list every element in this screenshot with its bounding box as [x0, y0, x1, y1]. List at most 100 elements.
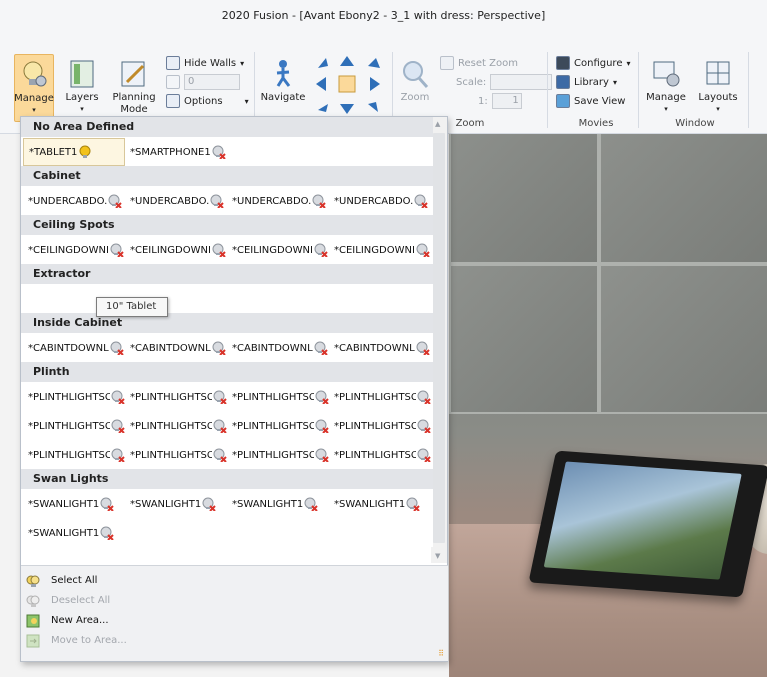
light-item[interactable]: *PLINTHLIGHTSC [23, 383, 125, 411]
light-item[interactable]: *SWANLIGHT1 [23, 490, 125, 518]
new-area-menu-item[interactable]: New Area... [21, 611, 448, 630]
section-header: Swan Lights [21, 469, 433, 489]
light-item[interactable]: *TABLET1 [23, 138, 125, 166]
select-all-menu-item[interactable]: Select All [21, 571, 448, 590]
light-off-icon[interactable] [315, 390, 329, 404]
light-off-icon[interactable] [417, 419, 431, 433]
scale-ratio-field[interactable]: 1: 1 [478, 92, 522, 110]
pan-arrows [314, 54, 384, 116]
light-off-icon[interactable] [111, 390, 125, 404]
navigate-label: Navigate [260, 92, 306, 103]
light-off-icon[interactable] [110, 243, 124, 257]
light-off-icon[interactable] [314, 341, 328, 355]
wall-height-input[interactable]: 0 [184, 74, 240, 90]
light-off-icon[interactable] [315, 419, 329, 433]
light-item[interactable]: *UNDERCABDO. [227, 187, 329, 215]
scroll-down-icon[interactable]: ▼ [435, 553, 443, 560]
light-off-icon[interactable] [111, 419, 125, 433]
light-item[interactable]: *PLINTHLIGHTSC [125, 412, 227, 440]
light-off-icon[interactable] [414, 194, 429, 208]
light-item[interactable]: *CABINTDOWNL [125, 334, 227, 362]
move-to-area-menu-item[interactable]: Move to Area... [21, 631, 448, 650]
reset-zoom-button[interactable]: Reset Zoom [440, 54, 518, 72]
zoom-button[interactable]: Zoom [398, 54, 432, 104]
window-manage-icon [651, 58, 681, 90]
library-button[interactable]: Library ▾ [556, 73, 617, 91]
light-item[interactable]: *CABINTDOWNL [23, 334, 125, 362]
light-item[interactable]: *PLINTHLIGHTSC [125, 383, 227, 411]
light-off-icon[interactable] [416, 243, 430, 257]
light-off-icon[interactable] [314, 243, 328, 257]
light-item[interactable]: *PLINTHLIGHTSC [23, 441, 125, 469]
light-item[interactable]: *PLINTHLIGHTSC [329, 412, 431, 440]
light-off-icon[interactable] [304, 497, 318, 511]
light-item[interactable]: *SMARTPHONE1 [125, 138, 227, 166]
light-item[interactable]: *SWANLIGHT1 [23, 519, 125, 547]
light-item[interactable]: *SWANLIGHT1 [125, 490, 227, 518]
tablet-model[interactable] [528, 450, 767, 598]
light-item[interactable]: *PLINTHLIGHTSC [227, 412, 329, 440]
manage-lights-button[interactable]: Manage ▾ [14, 54, 54, 122]
light-item[interactable]: *PLINTHLIGHTSC [125, 441, 227, 469]
light-off-icon[interactable] [100, 497, 114, 511]
planning-mode-button[interactable]: Planning Mode [112, 54, 156, 116]
light-item[interactable]: *CEILINGDOWNI [329, 236, 431, 264]
section-header: Cabinet [21, 166, 433, 186]
light-item[interactable]: *UNDERCABDO. [329, 187, 431, 215]
light-off-icon[interactable] [210, 194, 225, 208]
light-off-icon[interactable] [212, 145, 226, 159]
light-item[interactable]: *CABINTDOWNL [329, 334, 431, 362]
light-off-icon[interactable] [213, 419, 227, 433]
light-off-icon[interactable] [406, 497, 420, 511]
scrollbar[interactable]: ▲ ▼ [431, 117, 447, 563]
light-item[interactable]: *CEILINGDOWNI [227, 236, 329, 264]
light-item[interactable]: *CABINTDOWNL [227, 334, 329, 362]
light-item[interactable]: *PLINTHLIGHTSC [23, 412, 125, 440]
layouts-label: Layouts [698, 92, 738, 103]
light-off-icon[interactable] [315, 448, 329, 462]
light-on-icon[interactable] [78, 145, 92, 159]
wall-height-field[interactable]: 0 [166, 73, 240, 91]
options-button[interactable]: Options ▾ [166, 92, 249, 110]
light-off-icon[interactable] [110, 341, 124, 355]
light-off-icon[interactable] [111, 448, 125, 462]
scale-selector[interactable]: Scale: [456, 73, 553, 91]
light-item[interactable]: *SWANLIGHT1 [227, 490, 329, 518]
resize-grip-icon[interactable]: ⠿ [438, 649, 444, 658]
light-off-icon[interactable] [213, 448, 227, 462]
light-item[interactable]: *PLINTHLIGHTSC [227, 441, 329, 469]
light-item[interactable]: *CEILINGDOWNI [125, 236, 227, 264]
light-item[interactable]: *PLINTHLIGHTSC [227, 383, 329, 411]
light-item[interactable]: *PLINTHLIGHTSC [329, 441, 431, 469]
light-off-icon[interactable] [417, 390, 431, 404]
layers-button[interactable]: Layers ▾ [62, 54, 102, 113]
perspective-viewport[interactable] [449, 134, 767, 677]
light-item[interactable]: *UNDERCABDO. [23, 187, 125, 215]
layouts-button[interactable]: Layouts ▾ [696, 54, 740, 113]
light-item[interactable]: *CEILINGDOWNI [23, 236, 125, 264]
save-view-label: Save View [574, 95, 626, 107]
scale-dropdown[interactable] [490, 74, 553, 90]
save-view-button[interactable]: Save View [556, 92, 625, 110]
light-off-icon[interactable] [212, 243, 226, 257]
chevron-down-icon: ▾ [716, 105, 720, 113]
hide-walls-button[interactable]: Hide Walls ▾ [166, 54, 244, 72]
window-manage-button[interactable]: Manage ▾ [644, 54, 688, 113]
light-off-icon[interactable] [100, 526, 114, 540]
light-item[interactable]: *PLINTHLIGHTSC [329, 383, 431, 411]
light-off-icon[interactable] [212, 341, 226, 355]
light-item[interactable]: *SWANLIGHT1 [329, 490, 431, 518]
light-off-icon[interactable] [417, 448, 431, 462]
navigate-button[interactable]: Navigate [260, 54, 306, 104]
light-off-icon[interactable] [312, 194, 327, 208]
configure-button[interactable]: Configure ▾ [556, 54, 630, 72]
scale-ratio-input[interactable]: 1 [491, 93, 522, 109]
light-off-icon[interactable] [108, 194, 123, 208]
light-off-icon[interactable] [202, 497, 216, 511]
light-item[interactable]: *UNDERCABDO. [125, 187, 227, 215]
light-off-icon[interactable] [416, 341, 430, 355]
scroll-up-icon[interactable]: ▲ [435, 121, 443, 128]
scroll-thumb[interactable] [433, 133, 445, 543]
deselect-all-menu-item[interactable]: Deselect All [21, 591, 448, 610]
light-off-icon[interactable] [213, 390, 227, 404]
